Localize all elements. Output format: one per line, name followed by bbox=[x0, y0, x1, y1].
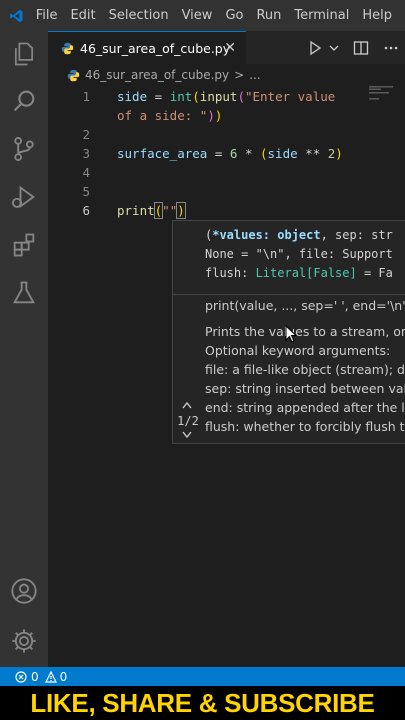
breadcrumb-file[interactable]: 46_sur_area_of_cube.py bbox=[85, 68, 229, 82]
vscode-logo-icon bbox=[9, 9, 23, 22]
error-icon[interactable] bbox=[15, 670, 27, 683]
warning-count[interactable]: 0 bbox=[60, 670, 68, 684]
editor-tab[interactable]: 46_sur_area_of_cube.py ✕ bbox=[48, 31, 246, 64]
mouse-cursor-icon bbox=[285, 325, 297, 343]
breadcrumb-separator: > bbox=[234, 68, 245, 82]
code-line-wrapped: of a side: ")) bbox=[117, 108, 222, 123]
editor-tab-strip: 46_sur_area_of_cube.py ✕ bbox=[48, 31, 405, 64]
line-number: 5 bbox=[82, 184, 90, 199]
status-bar: 0 0 bbox=[0, 667, 405, 686]
code-token: surface_area bbox=[117, 146, 208, 161]
error-count[interactable]: 0 bbox=[31, 670, 39, 684]
settings-gear-icon[interactable] bbox=[10, 627, 38, 655]
doc-line: flush: whether to forcibly flush th bbox=[205, 419, 405, 434]
code-token: side bbox=[267, 146, 298, 161]
code-line: side = int(input("Enter value bbox=[117, 89, 335, 104]
line-number: 4 bbox=[82, 165, 90, 180]
python-file-icon bbox=[61, 42, 74, 54]
search-icon[interactable] bbox=[10, 87, 38, 115]
close-tab-icon[interactable]: ✕ bbox=[224, 40, 236, 56]
code-token: side bbox=[117, 89, 148, 104]
doc-line: end: string appended after the la bbox=[205, 400, 405, 415]
menu-view[interactable]: View bbox=[182, 8, 213, 23]
warning-icon[interactable] bbox=[44, 670, 57, 683]
menu-terminal[interactable]: Terminal bbox=[294, 8, 349, 23]
code-token: ** bbox=[297, 146, 328, 161]
code-token: ) bbox=[214, 108, 223, 123]
signature-line: flush: Literal[False] = Fa bbox=[205, 266, 393, 280]
line-number: 3 bbox=[82, 146, 90, 161]
doc-line: print(value, ..., sep=' ', end='\n', f bbox=[205, 298, 405, 313]
code-line: surface_area = 6 * (side ** 2) bbox=[117, 146, 343, 161]
code-token: * bbox=[237, 146, 260, 161]
tab-filename: 46_sur_area_of_cube.py bbox=[80, 40, 231, 56]
code-token: int bbox=[169, 89, 193, 104]
subscribe-banner: LIKE, SHARE & SUBSCRIBE bbox=[0, 686, 405, 720]
code-token: ) bbox=[207, 108, 215, 123]
doc-line: Optional keyword arguments: bbox=[205, 343, 391, 358]
split-editor-icon[interactable] bbox=[353, 40, 369, 56]
code-token: = bbox=[147, 89, 170, 104]
python-file-icon bbox=[67, 69, 80, 81]
line-number: 2 bbox=[82, 127, 90, 142]
chevron-down-icon[interactable] bbox=[182, 431, 192, 439]
signature-line: (*values: object, sep: str bbox=[205, 228, 393, 242]
testing-icon[interactable] bbox=[10, 279, 38, 307]
code-token: input bbox=[199, 89, 238, 104]
signature-active-param: *values: object bbox=[212, 228, 321, 242]
doc-line: file: a file-like object (stream); de bbox=[205, 362, 405, 377]
code-token: ( bbox=[260, 146, 268, 161]
banner-text: LIKE, SHARE & SUBSCRIBE bbox=[30, 687, 375, 718]
signature-line: None = "\n", file: Support bbox=[205, 247, 393, 261]
signature-help-popup: (*values: object, sep: str None = "\n", … bbox=[172, 220, 405, 444]
explorer-icon[interactable] bbox=[10, 40, 38, 68]
code-token: print bbox=[117, 203, 155, 218]
doc-line: Prints the values to a stream, or t bbox=[205, 324, 405, 339]
menu-help[interactable]: Help bbox=[362, 8, 392, 23]
run-icon[interactable] bbox=[307, 40, 323, 56]
menu-run[interactable]: Run bbox=[256, 8, 281, 23]
code-token: ) bbox=[335, 146, 343, 161]
breadcrumb-symbol[interactable]: ... bbox=[249, 68, 260, 82]
code-line-active: print("") bbox=[117, 202, 186, 219]
code-token: of a side: " bbox=[117, 108, 208, 123]
signature-pager: 1/2 bbox=[177, 414, 199, 428]
signature-type: Literal[False] bbox=[255, 266, 357, 280]
code-token: ( bbox=[192, 89, 200, 104]
menu-file[interactable]: File bbox=[36, 8, 58, 23]
signature-rest: , sep: str bbox=[320, 228, 393, 242]
minimap[interactable] bbox=[369, 86, 399, 116]
account-icon[interactable] bbox=[10, 577, 38, 605]
more-icon[interactable] bbox=[383, 40, 399, 56]
extensions-icon[interactable] bbox=[10, 231, 38, 259]
code-token: ( bbox=[237, 89, 245, 104]
menu-selection[interactable]: Selection bbox=[109, 8, 169, 23]
menu-go[interactable]: Go bbox=[225, 8, 243, 23]
menu-edit[interactable]: Edit bbox=[70, 8, 95, 23]
doc-line: sep: string inserted between valu bbox=[205, 381, 405, 396]
title-bar: File Edit Selection View Go Run Terminal… bbox=[0, 0, 405, 31]
breadcrumb: 46_sur_area_of_cube.py > ... bbox=[48, 64, 405, 86]
signature-text: flush: bbox=[205, 266, 256, 280]
code-token: = bbox=[207, 146, 230, 161]
source-control-icon[interactable] bbox=[10, 135, 38, 163]
code-token: "Enter value bbox=[244, 89, 336, 104]
signature-text: = Fa bbox=[356, 266, 393, 280]
editor-actions bbox=[307, 31, 405, 64]
chevron-up-icon[interactable] bbox=[182, 401, 192, 409]
chevron-down-icon[interactable] bbox=[329, 43, 339, 53]
activity-bar bbox=[0, 31, 48, 667]
line-number: 1 bbox=[82, 89, 90, 104]
divider bbox=[173, 294, 405, 295]
line-number-active: 6 bbox=[82, 203, 90, 218]
run-debug-icon[interactable] bbox=[10, 183, 38, 211]
code-token: "" bbox=[162, 203, 178, 218]
code-token: ) bbox=[176, 202, 186, 219]
